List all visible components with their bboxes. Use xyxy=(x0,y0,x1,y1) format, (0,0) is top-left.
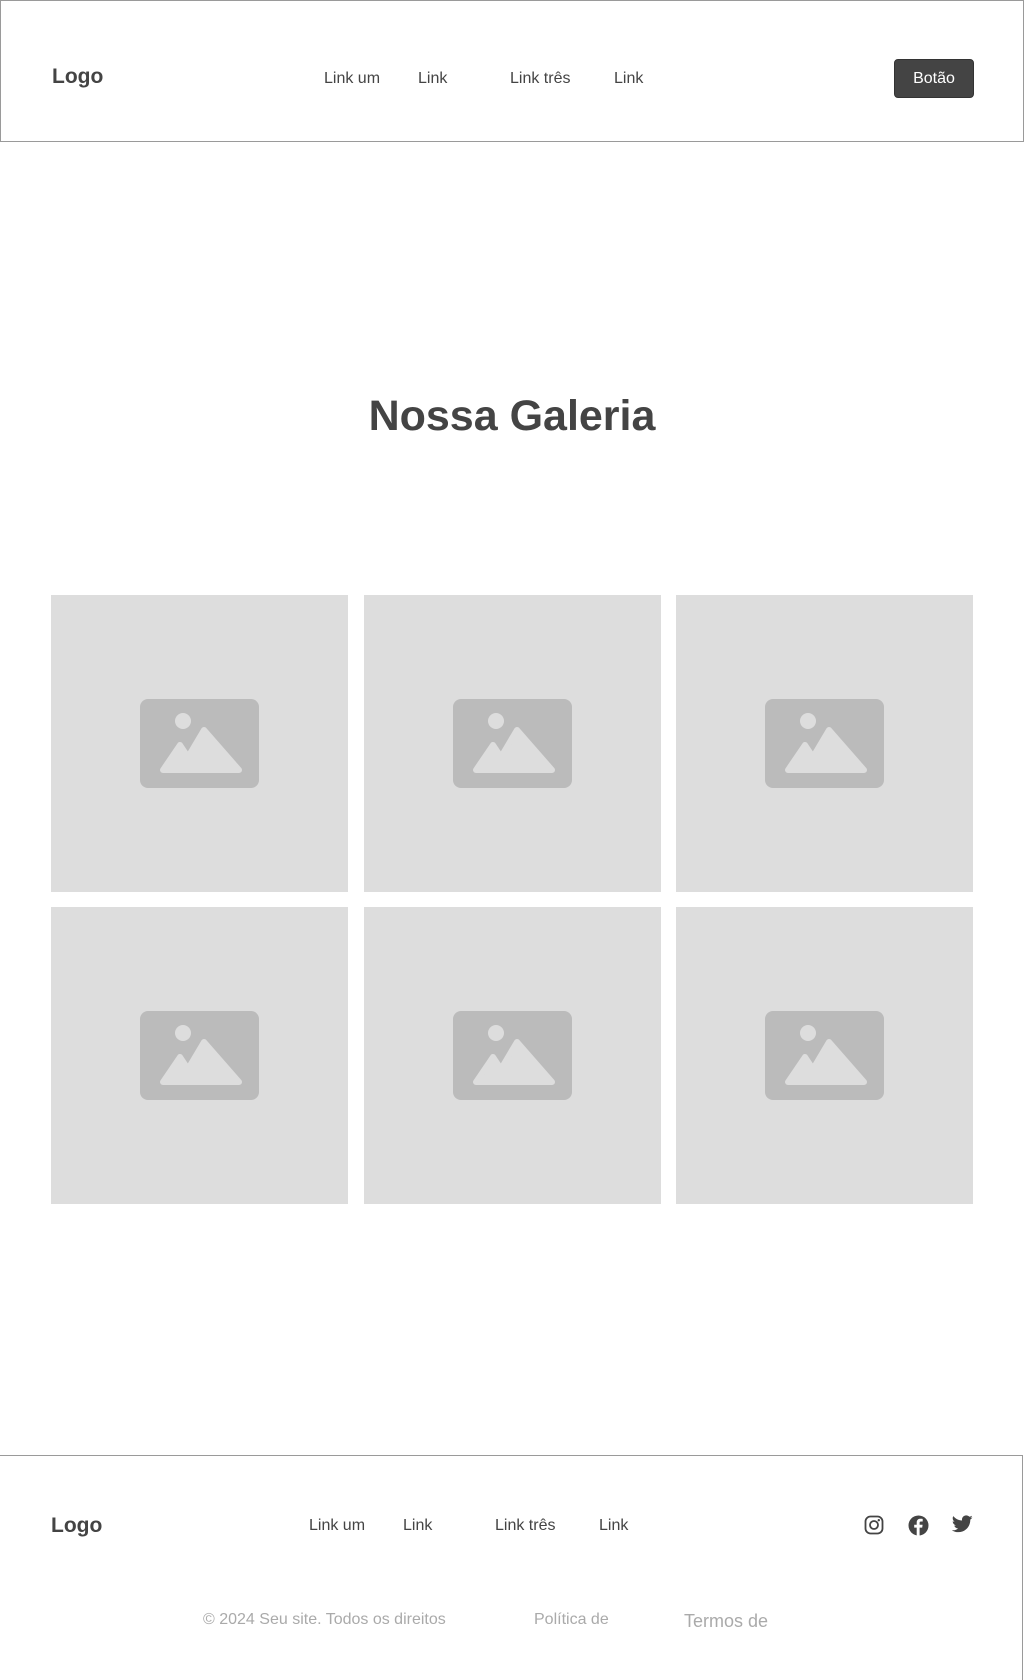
image-placeholder-icon xyxy=(453,699,572,788)
privacy-policy-link[interactable]: Política de xyxy=(534,1611,609,1629)
site-footer: Logo Link um Link Link três Link © 2024 … xyxy=(0,1455,1023,1680)
footer-logo[interactable]: Logo xyxy=(51,1514,102,1538)
gallery-item[interactable] xyxy=(364,595,661,892)
image-placeholder-icon xyxy=(140,1011,259,1100)
gallery-item[interactable] xyxy=(676,595,973,892)
image-placeholder-icon xyxy=(765,1011,884,1100)
image-placeholder-icon xyxy=(140,699,259,788)
footer-nav-link-2[interactable]: Link xyxy=(403,1517,432,1535)
copyright-text: © 2024 Seu site. Todos os direitos xyxy=(203,1611,446,1628)
gallery-item[interactable] xyxy=(364,907,661,1204)
footer-nav-link-3[interactable]: Link três xyxy=(495,1517,555,1535)
terms-link[interactable]: Termos de xyxy=(684,1611,768,1632)
footer-nav-link-4[interactable]: Link xyxy=(599,1517,628,1535)
gallery-item[interactable] xyxy=(51,595,348,892)
header-nav-link-2[interactable]: Link xyxy=(418,70,447,88)
gallery-item[interactable] xyxy=(51,907,348,1204)
header-nav-link-1[interactable]: Link um xyxy=(324,70,380,88)
gallery-item[interactable] xyxy=(676,907,973,1204)
image-placeholder-icon xyxy=(453,1011,572,1100)
header-logo[interactable]: Logo xyxy=(52,65,103,89)
site-header: Logo Link um Link Link três Link Botão xyxy=(0,0,1024,142)
facebook-icon[interactable] xyxy=(908,1515,930,1537)
twitter-icon[interactable] xyxy=(951,1515,974,1537)
header-nav-link-3[interactable]: Link três xyxy=(510,70,570,88)
instagram-icon[interactable] xyxy=(864,1515,886,1537)
footer-nav-link-1[interactable]: Link um xyxy=(309,1517,365,1535)
header-nav-link-4[interactable]: Link xyxy=(614,70,643,88)
image-placeholder-icon xyxy=(765,699,884,788)
page-title: Nossa Galeria xyxy=(368,392,656,440)
header-cta-button[interactable]: Botão xyxy=(894,59,974,98)
